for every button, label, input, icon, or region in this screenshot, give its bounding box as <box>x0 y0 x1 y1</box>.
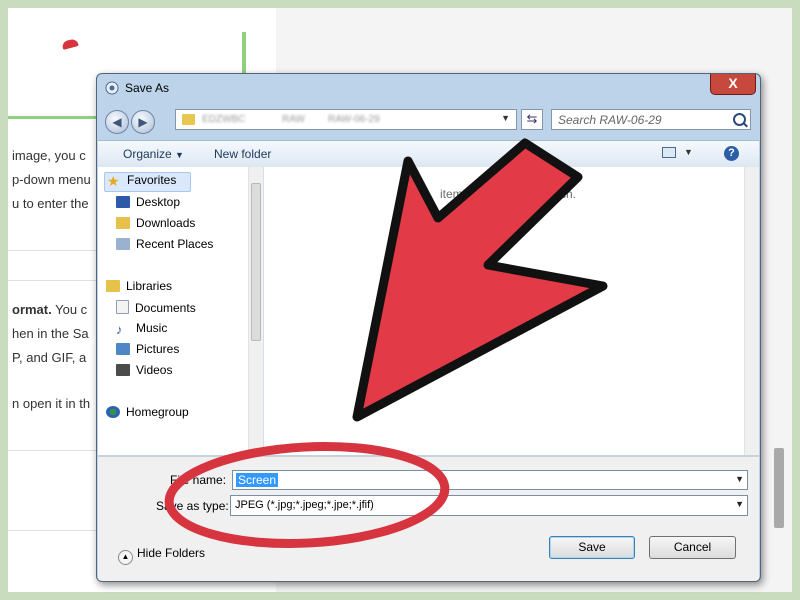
file-list-pane[interactable]: items m rch. <box>264 167 759 455</box>
article-text-line: image, you c <box>12 148 86 163</box>
folder-icon <box>182 114 195 125</box>
chevron-up-icon: ▲ <box>118 550 133 565</box>
file-list-scrollbar[interactable] <box>744 167 759 455</box>
file-name-label: File name: <box>170 473 227 487</box>
star-icon: ★ <box>107 173 120 189</box>
nav-label: Homegroup <box>126 405 189 419</box>
article-text-line: P, and GIF, a <box>12 350 87 365</box>
red-mark-decoration <box>61 38 79 50</box>
close-icon: X <box>728 75 738 91</box>
nav-label: Favorites <box>127 173 177 187</box>
nav-recent-places[interactable]: Recent Places <box>116 237 213 255</box>
command-toolbar: Organize ▼ New folder ▼ ? <box>98 140 759 168</box>
chevron-down-icon[interactable]: ▼ <box>735 474 744 484</box>
nav-downloads[interactable]: Downloads <box>116 216 195 234</box>
views-icon[interactable] <box>662 147 676 158</box>
cancel-button[interactable]: Cancel <box>649 536 736 559</box>
search-placeholder: Search RAW-06-29 <box>558 113 662 127</box>
chevron-down-icon[interactable]: ▼ <box>684 147 693 157</box>
dialog-title: Save As <box>125 81 170 95</box>
chevron-down-icon[interactable]: ▼ <box>735 499 744 509</box>
refresh-icon: ⇆ <box>526 111 538 126</box>
nav-label: Recent Places <box>136 237 214 251</box>
nav-homegroup[interactable]: Homegroup <box>106 405 189 423</box>
save-type-select[interactable]: JPEG (*.jpg;*.jpeg;*.jpe;*.jfif) ▼ <box>230 495 748 516</box>
nav-label: Music <box>136 321 168 335</box>
search-input[interactable]: Search RAW-06-29 <box>551 109 751 130</box>
article-text: You c <box>51 302 88 317</box>
save-button[interactable]: Save <box>549 536 635 559</box>
forward-button[interactable]: ▶ <box>131 110 155 134</box>
nav-label: Desktop <box>136 195 181 209</box>
nav-desktop[interactable]: Desktop <box>116 195 180 213</box>
article-text-line: u to enter the <box>12 196 89 211</box>
desktop-icon <box>116 196 130 208</box>
save-type-label: Save as type: <box>156 499 229 513</box>
navigation-buttons: ◀ ▶ <box>105 108 167 136</box>
chevron-down-icon[interactable]: ▼ <box>501 113 510 123</box>
downloads-icon <box>116 217 130 229</box>
back-button[interactable]: ◀ <box>105 110 129 134</box>
hide-folders-label: Hide Folders <box>137 546 206 560</box>
nav-label: Libraries <box>126 279 173 293</box>
search-icon <box>733 113 746 126</box>
title-bar[interactable]: Save As X <box>97 74 760 104</box>
nav-libraries[interactable]: Libraries <box>106 279 172 297</box>
article-step-heading: ormat. You c <box>12 302 87 317</box>
breadcrumb-item[interactable]: RAW <box>282 114 305 125</box>
videos-icon <box>116 364 130 376</box>
close-button[interactable]: X <box>710 74 756 95</box>
file-name-field[interactable]: Screen ▼ <box>232 470 748 490</box>
pictures-icon <box>116 343 130 355</box>
nav-label: Downloads <box>136 216 196 230</box>
chevron-down-icon: ▼ <box>175 150 184 160</box>
nav-scrollbar-thumb[interactable] <box>251 183 261 341</box>
article-text-line: p-down menu <box>12 172 91 187</box>
address-bar[interactable]: EDZWBC RAW RAW-06-29 ▼ <box>175 109 517 130</box>
music-icon: ♪ <box>116 322 123 337</box>
libraries-icon <box>106 280 120 292</box>
article-text-line: n open it in th <box>12 396 91 411</box>
save-as-dialog: Save As X ◀ ▶ EDZWBC RAW RAW-06-29 ▼ ⇆ S… <box>96 73 761 582</box>
refresh-button[interactable]: ⇆ <box>521 109 543 130</box>
nav-scrollbar[interactable] <box>248 167 263 455</box>
help-icon[interactable]: ? <box>724 146 739 161</box>
back-arrow-icon: ◀ <box>112 115 122 129</box>
save-type-value: JPEG (*.jpg;*.jpeg;*.jpe;*.jfif) <box>235 499 374 511</box>
organize-menu[interactable]: Organize ▼ <box>123 147 184 161</box>
nav-music[interactable]: ♪ Music <box>116 321 167 339</box>
nav-documents[interactable]: Documents <box>116 300 196 318</box>
forward-arrow-icon: ▶ <box>138 115 148 129</box>
documents-icon <box>116 300 129 314</box>
nav-label: Videos <box>136 363 173 377</box>
navigation-pane: ★ Favorites Desktop Downloads Recent Plac… <box>98 167 264 455</box>
breadcrumb-item[interactable]: RAW-06-29 <box>328 114 380 125</box>
save-dialog-icon <box>105 81 119 95</box>
empty-message-tail: rch. <box>556 187 577 201</box>
empty-folder-message: items m rch. <box>440 187 576 201</box>
empty-message-head: items m <box>440 187 482 201</box>
address-row: ◀ ▶ EDZWBC RAW RAW-06-29 ▼ ⇆ Search RAW-… <box>97 104 760 138</box>
new-folder-button[interactable]: New folder <box>214 147 271 161</box>
article-text-line: hen in the Sa <box>12 326 89 341</box>
nav-pictures[interactable]: Pictures <box>116 342 179 360</box>
nav-label: Pictures <box>136 342 180 356</box>
homegroup-icon <box>106 406 120 418</box>
nav-videos[interactable]: Videos <box>116 363 172 381</box>
file-name-value: Screen <box>236 473 279 487</box>
article-bold-text: ormat. <box>12 302 52 317</box>
save-form: File name: Screen ▼ Save as type: JPEG (… <box>98 456 759 581</box>
nav-label: Documents <box>135 301 196 315</box>
nav-favorites[interactable]: ★ Favorites <box>104 172 192 192</box>
organize-label: Organize <box>123 147 172 161</box>
page-scrollbar-thumb[interactable] <box>774 448 784 528</box>
recent-places-icon <box>116 238 130 250</box>
breadcrumb-item[interactable]: EDZWBC <box>202 114 245 125</box>
hide-folders-toggle[interactable]: ▲ Hide Folders <box>118 546 205 565</box>
